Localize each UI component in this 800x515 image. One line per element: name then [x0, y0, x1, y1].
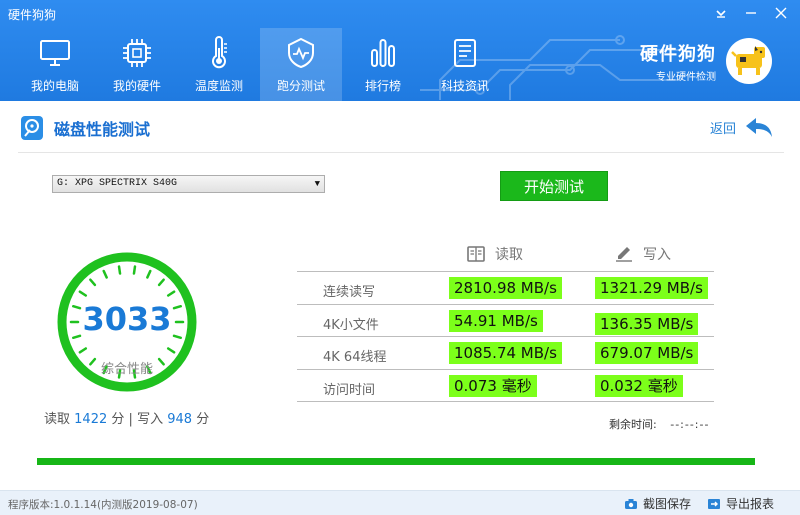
window-controls — [712, 4, 790, 22]
back-label: 返回 — [709, 121, 736, 137]
export-report-button[interactable]: 导出报表 — [707, 495, 774, 512]
write-value: 0.032 毫秒 — [595, 374, 683, 397]
version-info: 程序版本:1.0.1.14(内测版2019-08-07) — [8, 499, 198, 511]
gauge-tick — [89, 278, 97, 287]
gauge-tick — [166, 347, 176, 354]
screenshot-save-label: 截图保存 — [643, 497, 692, 511]
dog-logo-icon — [726, 38, 772, 84]
nav-item-ranking[interactable]: 排行榜 — [342, 28, 424, 101]
window-title: 硬件狗狗 — [8, 8, 57, 22]
chevron-down-icon: ▼ — [314, 179, 320, 189]
benchmark-shield-icon — [288, 37, 314, 69]
write-score-value: 948 — [167, 412, 193, 427]
brand-name: 硬件狗狗 — [640, 43, 716, 65]
nav-label: 我的硬件 — [112, 79, 161, 93]
read-score-label: 读取 — [44, 412, 71, 427]
back-arrow-icon — [746, 118, 772, 137]
minimize-icon — [746, 12, 756, 14]
ranking-bars-icon — [371, 39, 395, 67]
read-value: 54.91 MB/s — [449, 309, 543, 332]
nav-label: 跑分测试 — [276, 79, 325, 93]
gauge-tick — [117, 265, 122, 275]
read-value: 0.073 毫秒 — [449, 374, 537, 397]
overall-score-label: 综合性能 — [100, 362, 153, 377]
header-bar: 硬件狗狗 我的电脑 我的硬件 温度监测 跑分测试 排行榜 科技资讯 硬件狗狗 专… — [0, 0, 800, 101]
nav-item-benchmark[interactable]: 跑分测试 — [260, 28, 342, 101]
export-report-label: 导出报表 — [726, 497, 775, 511]
nav-item-my-computer[interactable]: 我的电脑 — [14, 28, 96, 101]
write-column-label: 写入 — [643, 247, 671, 263]
screenshot-save-button[interactable]: 截图保存 — [624, 495, 691, 512]
thermometer-icon — [212, 36, 227, 69]
table-row: 4K小文件 54.91 MB/s 136.35 MB/s — [297, 305, 714, 337]
close-button[interactable] — [772, 4, 790, 22]
section-header: 磁盘性能测试 — [20, 115, 150, 141]
divider — [18, 152, 784, 153]
score-summary: 读取 1422 分 | 写入 948 分 — [44, 408, 209, 427]
chip-icon — [123, 39, 151, 67]
table-row: 访问时间 0.073 毫秒 0.032 毫秒 — [297, 370, 714, 402]
results-table: 连续读写 2810.98 MB/s 1321.29 MB/s 4K小文件 54.… — [297, 271, 714, 402]
brand-subtitle: 专业硬件检测 — [656, 71, 716, 83]
gauge-tick — [166, 290, 176, 297]
nav-item-my-hardware[interactable]: 我的硬件 — [96, 28, 178, 101]
menu-dropdown-button[interactable] — [712, 4, 730, 22]
close-icon — [775, 7, 787, 19]
nav-label: 温度监测 — [194, 79, 243, 93]
gauge-tick — [146, 269, 152, 279]
write-value: 1321.29 MB/s — [595, 277, 708, 299]
write-value: 136.35 MB/s — [595, 312, 699, 335]
disk-icon — [21, 116, 43, 140]
write-value: 679.07 MB/s — [595, 342, 699, 364]
back-button[interactable]: 返回 — [710, 116, 774, 138]
minimize-button[interactable] — [742, 4, 760, 22]
export-icon — [708, 498, 720, 509]
read-score-value: 1422 — [74, 412, 108, 427]
nav-label: 我的电脑 — [30, 79, 79, 93]
monitor-icon — [40, 40, 70, 66]
table-row: 4K 64线程 1085.74 MB/s 679.07 MB/s — [297, 337, 714, 370]
pencil-icon — [616, 247, 632, 262]
book-icon — [467, 246, 485, 262]
gauge-tick — [78, 347, 88, 354]
test-progress-fill — [37, 458, 755, 465]
main-nav: 我的电脑 我的硬件 温度监测 跑分测试 排行榜 科技资讯 — [14, 28, 506, 101]
remaining-time-value: --:--:-- — [670, 418, 710, 431]
nav-label: 排行榜 — [364, 79, 401, 93]
test-progress-bar — [37, 458, 755, 465]
camera-icon — [625, 498, 637, 509]
nav-item-temperature[interactable]: 温度监测 — [178, 28, 260, 101]
gauge-tick — [132, 265, 137, 275]
row-label: 4K 64线程 — [323, 350, 387, 365]
read-column-label: 读取 — [495, 247, 523, 263]
read-column-header: 读取 — [467, 244, 523, 264]
gauge-tick — [78, 290, 88, 297]
gauge-tick — [102, 269, 108, 279]
row-label: 4K小文件 — [323, 317, 379, 333]
write-column-header: 写入 — [615, 244, 671, 264]
write-score-unit: 分 — [196, 412, 210, 427]
nav-label: 科技资讯 — [440, 79, 489, 93]
gauge-tick — [157, 278, 165, 287]
read-score-unit: 分 — [111, 412, 125, 427]
score-separator: | — [128, 412, 133, 427]
row-label: 访问时间 — [323, 382, 376, 398]
read-value: 1085.74 MB/s — [449, 342, 562, 364]
news-doc-icon — [454, 39, 476, 67]
drive-select-value: G: XPG SPECTRIX S40G — [57, 178, 178, 189]
table-row: 连续读写 2810.98 MB/s 1321.29 MB/s — [297, 272, 714, 305]
overall-score: 3033 — [82, 300, 172, 338]
write-score-label: 写入 — [137, 412, 164, 427]
remaining-time: 剩余时间: --:--:-- — [609, 416, 709, 432]
page-title: 磁盘性能测试 — [54, 120, 151, 139]
remaining-time-label: 剩余时间: — [609, 418, 657, 431]
row-label: 连续读写 — [323, 285, 376, 300]
drive-select[interactable]: G: XPG SPECTRIX S40G ▼ — [52, 175, 325, 193]
start-test-button[interactable]: 开始测试 — [500, 171, 608, 201]
footer-bar: 程序版本:1.0.1.14(内测版2019-08-07) 截图保存 导出报表 — [0, 490, 800, 515]
brand: 硬件狗狗 专业硬件检测 — [640, 38, 772, 84]
read-value: 2810.98 MB/s — [449, 277, 562, 299]
nav-item-tech-news[interactable]: 科技资讯 — [424, 28, 506, 101]
chevron-down-icon — [716, 10, 726, 18]
